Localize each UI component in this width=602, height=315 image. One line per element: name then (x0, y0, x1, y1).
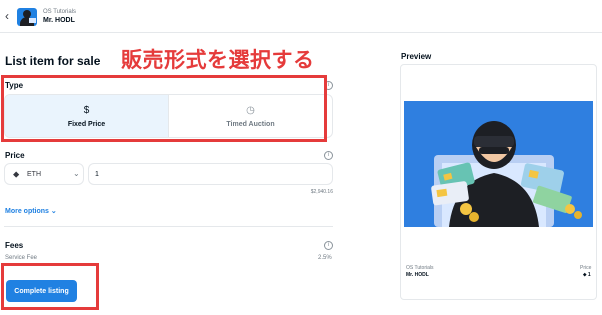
top-bar: ‹ OS Tutorials Mr. HODL (0, 0, 602, 33)
chevron-down-icon: ⌄ (73, 169, 80, 178)
service-fee-value: 2.5% (318, 255, 332, 261)
more-options-link[interactable]: More options ⌄ (5, 207, 57, 215)
preview-collection: OS Tutorials (406, 265, 434, 271)
price-amount-input[interactable]: 1 (88, 163, 333, 185)
annotation-text: 販売形式を選択する (121, 49, 315, 72)
service-fee-label: Service Fee (5, 255, 38, 261)
divider (4, 226, 333, 227)
preview-price-label: Price (580, 265, 592, 271)
usd-equivalent: $2,940.16 (310, 189, 333, 195)
item-thumbnail (17, 8, 37, 26)
fees-label: Fees (5, 241, 24, 250)
more-options-label: More options (5, 208, 49, 215)
preview-price-number: 1 (587, 272, 591, 278)
ethereum-icon: ⬥ (13, 169, 20, 179)
nft-image (404, 101, 593, 227)
preview-item-name: Mr. HODL (406, 272, 429, 278)
collection-name[interactable]: OS Tutorials (43, 9, 76, 15)
ethereum-icon: ⬥ (583, 272, 587, 278)
info-icon[interactable]: i (324, 151, 333, 160)
chevron-down-icon: ⌄ (50, 208, 57, 215)
chevron-left-icon[interactable]: ‹ (5, 9, 9, 23)
currency-select[interactable]: ⬥ ETH ⌄ (4, 163, 84, 185)
price-label: Price (5, 151, 25, 160)
page-title: List item for sale (5, 54, 101, 68)
preview-title: Preview (401, 52, 432, 61)
highlight-type (1, 75, 327, 142)
highlight-complete (1, 263, 99, 310)
item-name: Mr. HODL (43, 17, 75, 24)
info-icon[interactable]: i (324, 241, 333, 250)
preview-price-value: ⬥ 1 (583, 272, 591, 278)
currency-value: ETH (27, 171, 41, 178)
